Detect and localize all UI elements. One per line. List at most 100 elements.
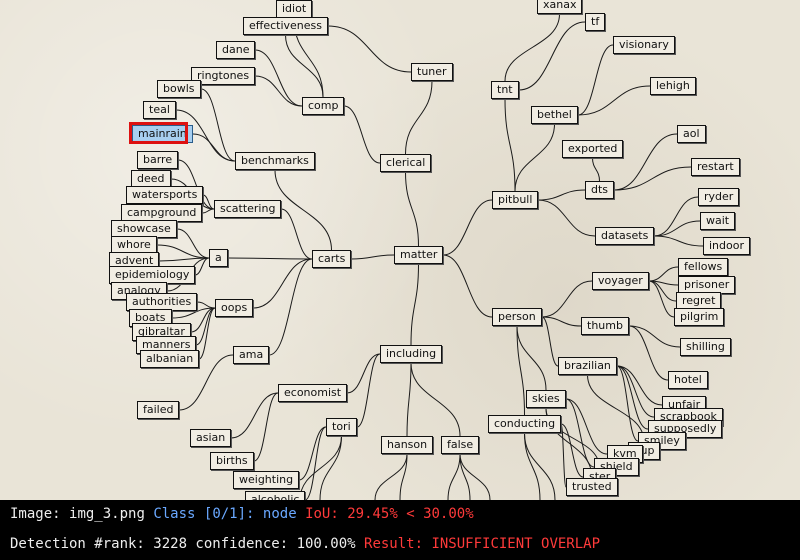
- edge-datasets-wait: [653, 220, 701, 237]
- node-restart[interactable]: restart: [691, 158, 740, 176]
- node-effectiveness[interactable]: effectiveness: [243, 17, 329, 35]
- edge-tori-weighting: [298, 426, 327, 481]
- edge-oops-albanian: [198, 307, 216, 360]
- node-hanson[interactable]: hanson: [381, 436, 434, 454]
- node-ama[interactable]: ama: [233, 346, 270, 364]
- edge-matter-pitbull: [442, 199, 493, 256]
- node-albanian[interactable]: albanian: [140, 350, 200, 368]
- image-label: Image:: [10, 506, 61, 522]
- node-tuner[interactable]: tuner: [411, 63, 453, 81]
- edge-voyager-fellows: [648, 266, 679, 282]
- edge-person-thumb: [541, 316, 582, 327]
- node-comp[interactable]: comp: [302, 97, 345, 115]
- edge-a-showcase: [176, 228, 210, 259]
- node-economist[interactable]: economist: [278, 384, 348, 402]
- iou-text: IoU: 29.45% < 30.00%: [305, 506, 474, 522]
- node-alcoholic[interactable]: alcoholic: [245, 491, 306, 500]
- node-births[interactable]: births: [210, 452, 254, 470]
- node-indoor[interactable]: indoor: [703, 237, 750, 255]
- edge-scattering-campground: [201, 208, 215, 214]
- edge-tori-offscreen: [319, 435, 342, 500]
- node-bowls[interactable]: bowls: [157, 80, 201, 98]
- edge-skies-shield: [565, 398, 595, 468]
- node-thumb[interactable]: thumb: [581, 317, 629, 335]
- node-ryder[interactable]: ryder: [698, 188, 740, 206]
- node-dts[interactable]: dts: [585, 181, 615, 199]
- edge-pitbull-bethel: [514, 123, 555, 192]
- edge-person-skies: [516, 325, 547, 391]
- node-trusted[interactable]: trusted: [566, 478, 618, 496]
- edge-comp-ringtones: [254, 75, 303, 107]
- edge-matter-person: [442, 254, 493, 318]
- node-conducting[interactable]: conducting: [488, 415, 562, 433]
- node-teal[interactable]: teal: [143, 101, 176, 119]
- edge-person-brazilian: [541, 316, 559, 367]
- rank-text: Detection #rank: 3228 confidence: 100.00…: [10, 536, 356, 552]
- node-benchmarks[interactable]: benchmarks: [235, 152, 315, 170]
- edge-pitbull-dts: [537, 189, 586, 201]
- node-skies[interactable]: skies: [526, 390, 566, 408]
- node-exported[interactable]: exported: [562, 140, 624, 158]
- edge-conducting-offscreen: [524, 432, 541, 500]
- node-scattering[interactable]: scattering: [214, 200, 282, 218]
- node-person[interactable]: person: [492, 308, 542, 326]
- node-datasets[interactable]: datasets: [595, 227, 655, 245]
- node-brazilian[interactable]: brazilian: [558, 357, 617, 375]
- node-hotel[interactable]: hotel: [668, 371, 708, 389]
- detection-highlight-box: [129, 122, 188, 144]
- edge-including-false: [410, 362, 461, 437]
- edge-economist-births: [253, 392, 279, 462]
- node-aol[interactable]: aol: [677, 125, 706, 143]
- edge-a-epidemiology: [194, 257, 210, 276]
- node-pilgrim[interactable]: pilgrim: [674, 308, 725, 326]
- edge-carts-scattering: [280, 208, 313, 260]
- node-xanax[interactable]: xanax: [537, 0, 583, 14]
- node-failed[interactable]: failed: [137, 401, 180, 419]
- node-clerical[interactable]: clerical: [380, 154, 432, 172]
- edge-false-offscreen: [447, 453, 461, 500]
- edge-person-conducting: [516, 325, 525, 416]
- status-line-image: Image: img_3.png Class [0/1]: node IoU: …: [10, 506, 474, 522]
- node-barre[interactable]: barre: [137, 151, 179, 169]
- node-matter[interactable]: matter: [394, 246, 444, 264]
- edge-voyager-regret: [648, 280, 677, 302]
- node-tnt[interactable]: tnt: [491, 81, 519, 99]
- node-shilling[interactable]: shilling: [680, 338, 731, 356]
- edge-datasets-indoor: [653, 235, 704, 247]
- node-lehigh[interactable]: lehigh: [650, 77, 696, 95]
- node-dane[interactable]: dane: [216, 41, 256, 59]
- node-wait[interactable]: wait: [700, 212, 736, 230]
- result-text: Result: INSUFFICIENT OVERLAP: [364, 536, 601, 552]
- edge-clerical-tuner: [405, 80, 433, 155]
- node-voyager[interactable]: voyager: [592, 272, 649, 290]
- node-carts[interactable]: carts: [312, 250, 352, 268]
- node-oops[interactable]: oops: [215, 299, 254, 317]
- edge-benchmarks-bowls: [200, 88, 236, 162]
- edge-carts-a: [227, 257, 313, 260]
- node-weighting[interactable]: weighting: [233, 471, 300, 489]
- node-pitbull[interactable]: pitbull: [492, 191, 539, 209]
- node-false[interactable]: false: [441, 436, 480, 454]
- node-asian[interactable]: asian: [190, 429, 232, 447]
- node-idiot[interactable]: idiot: [276, 0, 313, 18]
- edge-matter-carts: [350, 254, 395, 260]
- node-ringtones[interactable]: ringtones: [191, 67, 256, 85]
- class-value: node: [262, 506, 297, 522]
- node-visionary[interactable]: visionary: [613, 36, 675, 54]
- edge-bethel-lehigh: [577, 85, 651, 116]
- node-watersports[interactable]: watersports: [126, 186, 204, 204]
- edge-a-whore: [156, 244, 210, 259]
- node-fellows[interactable]: fellows: [678, 258, 729, 276]
- edge-comp-dane: [254, 49, 303, 107]
- node-tori[interactable]: tori: [326, 418, 357, 436]
- node-tf[interactable]: tf: [585, 13, 606, 31]
- edge-pitbull-tnt: [504, 98, 516, 192]
- edge-carts-ama: [268, 258, 313, 356]
- edge-pitbull-datasets: [537, 199, 596, 237]
- node-including[interactable]: including: [380, 345, 443, 363]
- edge-dts-aol: [613, 133, 678, 191]
- node-a[interactable]: a: [209, 249, 228, 267]
- node-bethel[interactable]: bethel: [531, 106, 578, 124]
- status-line-detection: Detection #rank: 3228 confidence: 100.00…: [10, 536, 600, 552]
- edge-thumb-hotel: [628, 325, 669, 381]
